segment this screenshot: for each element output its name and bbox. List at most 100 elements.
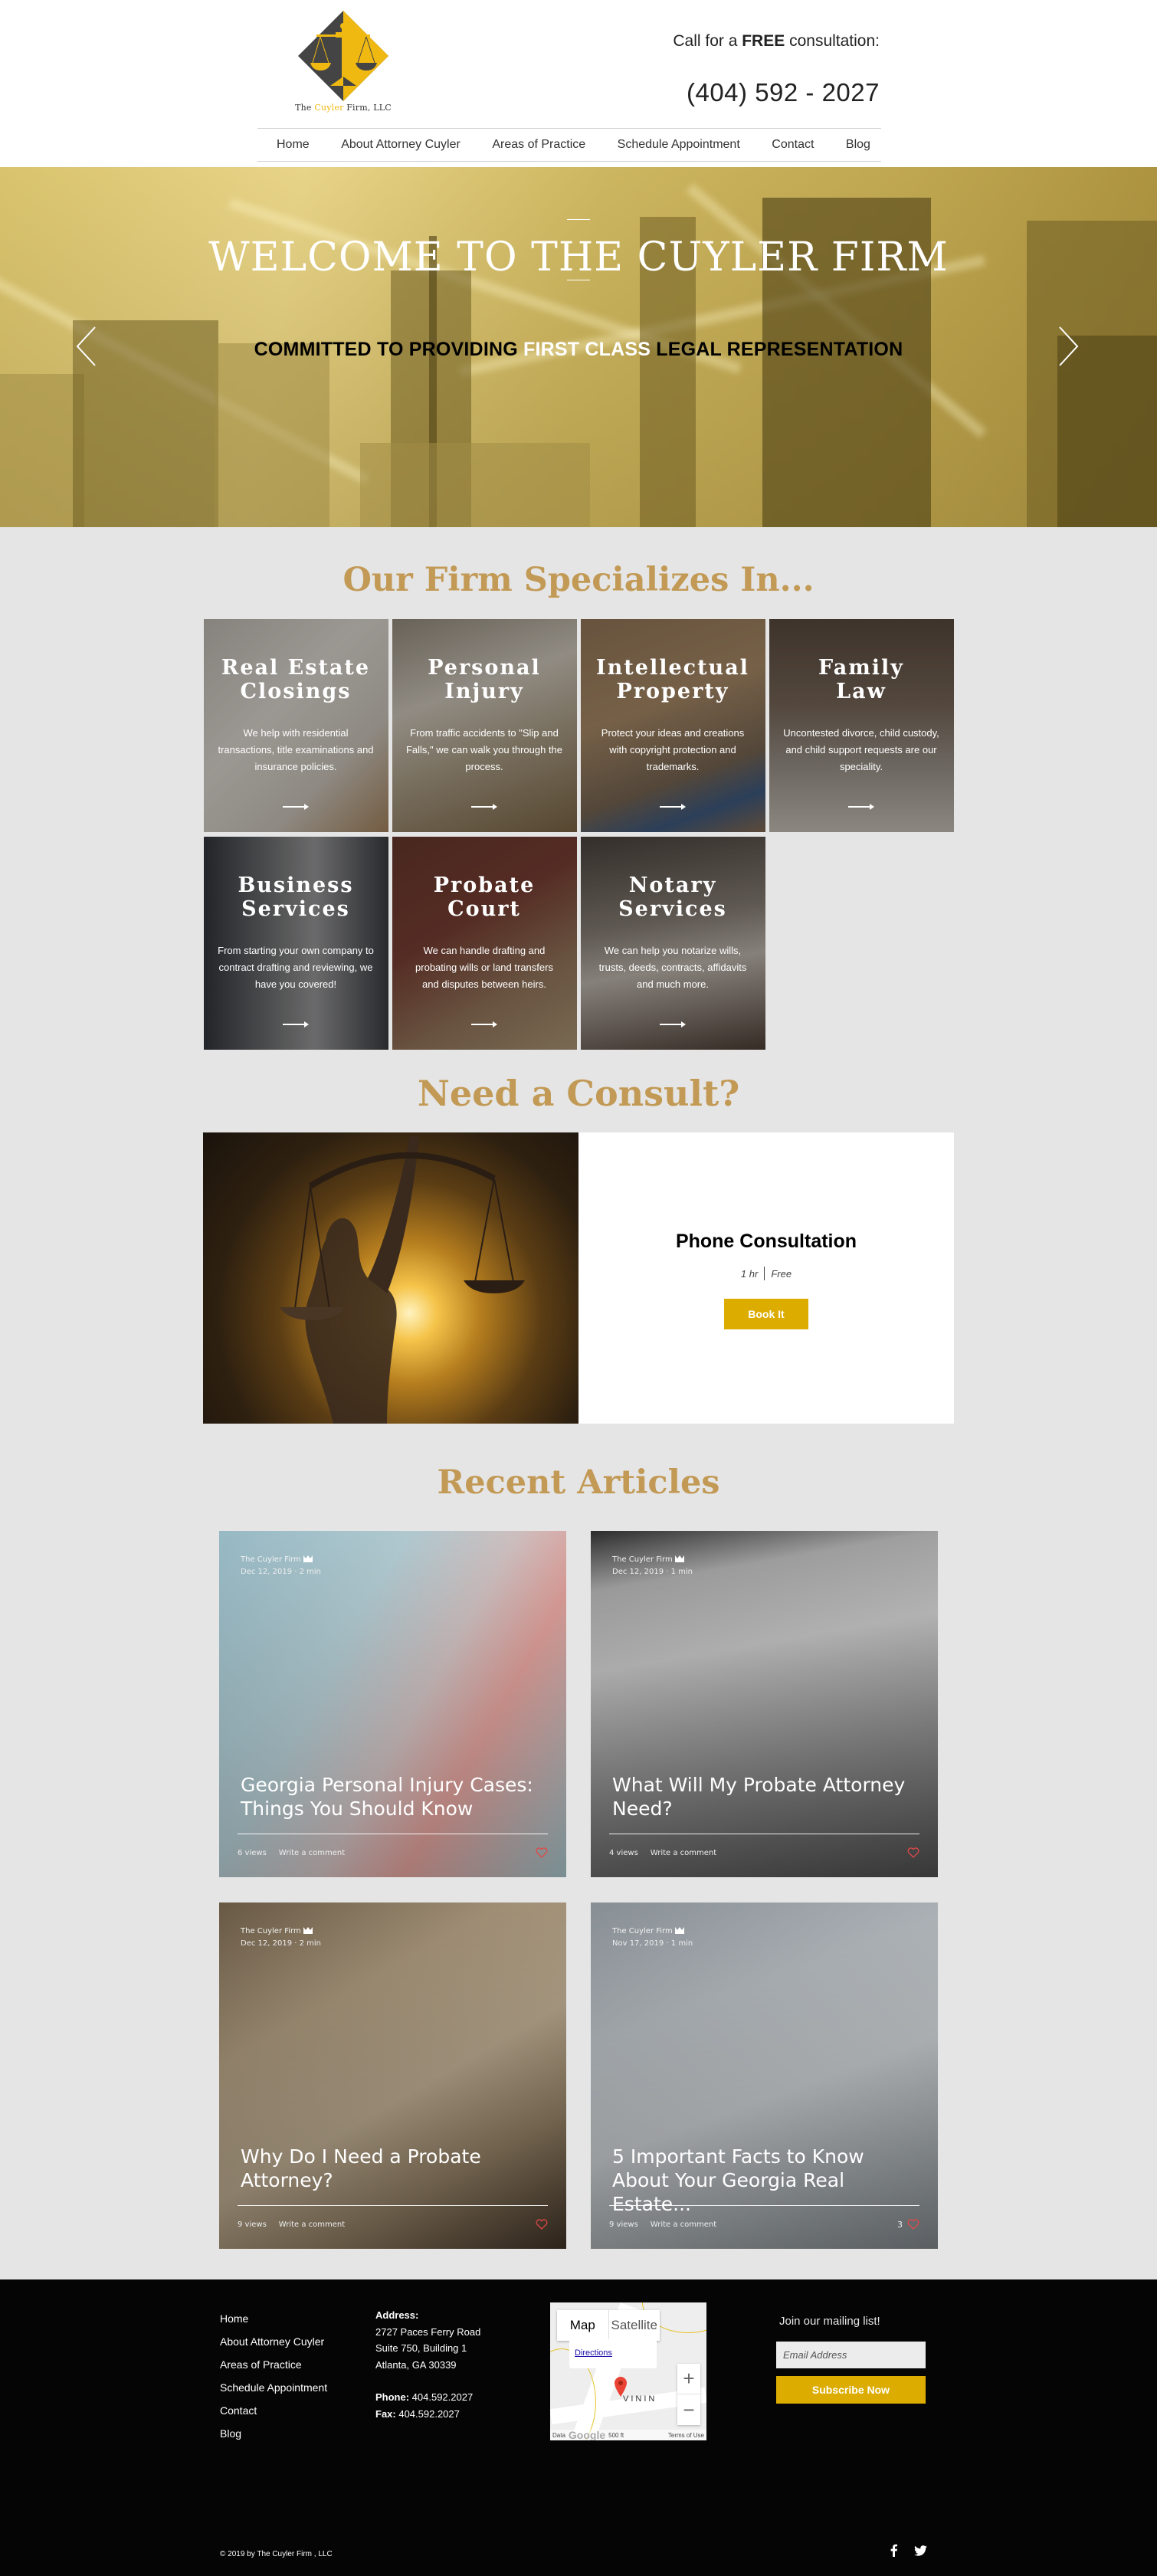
tile-title: Intellectual Property bbox=[596, 656, 749, 703]
subscribe-button[interactable]: Subscribe Now bbox=[776, 2376, 926, 2404]
article-card[interactable]: The Cuyler Firm Dec 12, 2019 · 1 min Wha… bbox=[591, 1531, 938, 1877]
header-phone[interactable]: (404) 592 - 2027 bbox=[687, 78, 880, 107]
nav-home[interactable]: Home bbox=[277, 138, 310, 152]
footer-nav-contact[interactable]: Contact bbox=[220, 2399, 327, 2422]
nav-blog[interactable]: Blog bbox=[846, 138, 870, 152]
article-like-count: 3 bbox=[897, 2219, 903, 2230]
article-title[interactable]: Why Do I Need a Probate Attorney? bbox=[241, 2145, 547, 2192]
article-title[interactable]: Georgia Personal Injury Cases: Things Yo… bbox=[241, 1773, 547, 1821]
article-author[interactable]: The Cuyler Firm bbox=[241, 1555, 313, 1565]
article-card[interactable]: The Cuyler Firm Dec 12, 2019 · 2 min Geo… bbox=[219, 1531, 566, 1877]
write-comment-link[interactable]: Write a comment bbox=[651, 2220, 716, 2229]
write-comment-link[interactable]: Write a comment bbox=[279, 1849, 345, 1857]
tile-family-law[interactable]: Family Law Uncontested divorce, child cus… bbox=[769, 619, 954, 832]
tile-personal-injury[interactable]: Personal Injury From traffic accidents to… bbox=[392, 619, 577, 832]
tile-title: Family Law bbox=[818, 656, 904, 703]
tile-probate-court[interactable]: Probate Court We can handle drafting and … bbox=[392, 837, 577, 1050]
lady-justice-statue-icon bbox=[280, 1136, 525, 1424]
article-card[interactable]: The Cuyler Firm Dec 12, 2019 · 2 min Why… bbox=[219, 1903, 566, 2249]
address-line: Suite 750, Building 1 bbox=[375, 2342, 467, 2354]
article-card[interactable]: The Cuyler Firm Nov 17, 2019 · 1 min 5 I… bbox=[591, 1903, 938, 2249]
skyline-building bbox=[0, 374, 84, 527]
logo[interactable]: The Cuyler Firm, LLC bbox=[293, 11, 393, 122]
map-scale: 500 ft bbox=[608, 2431, 624, 2439]
tile-description: We help with residential transactions, t… bbox=[218, 727, 374, 772]
footer-nav-blog[interactable]: Blog bbox=[220, 2422, 327, 2445]
article-title[interactable]: What Will My Probate Attorney Need? bbox=[612, 1773, 919, 1821]
hero-subtitle: COMMITTED TO PROVIDING FIRST CLASS LEGAL… bbox=[254, 339, 903, 360]
tile-business-services[interactable]: Business Services From starting your own … bbox=[203, 837, 388, 1050]
map-attribution: Data Google 500 ft Terms of Use bbox=[550, 2429, 706, 2440]
skyline-building bbox=[215, 343, 329, 527]
footer-nav-areas-of-practice[interactable]: Areas of Practice bbox=[220, 2353, 327, 2376]
crown-icon bbox=[674, 1927, 684, 1936]
chevron-right-icon bbox=[1059, 326, 1079, 366]
email-input[interactable] bbox=[776, 2342, 926, 2368]
map-directions-link[interactable]: Directions bbox=[575, 2348, 651, 2358]
tile-title: Business Services bbox=[238, 873, 354, 921]
facebook-link[interactable] bbox=[890, 2544, 897, 2557]
footer-nav-about[interactable]: About Attorney Cuyler bbox=[220, 2330, 327, 2353]
footer-contact-info: Address: 2727 Paces Ferry Road Suite 750… bbox=[375, 2307, 480, 2422]
tile-description: Uncontested divorce, child custody, and … bbox=[783, 727, 939, 772]
google-map[interactable]: Map Satellite LLC Directions VININ + − D… bbox=[550, 2302, 706, 2440]
map-place-name: LLC bbox=[575, 2341, 588, 2348]
write-comment-link[interactable]: Write a comment bbox=[651, 1849, 716, 1857]
hero-slideshow: WELCOME TO THE CUYLER FIRM COMMITTED TO … bbox=[0, 167, 1157, 527]
specializations-grid: Real Estate Closings We help with residen… bbox=[202, 619, 956, 1050]
article-views: 4 views bbox=[609, 1848, 638, 1857]
heart-icon[interactable] bbox=[536, 2219, 548, 2230]
article-footer: 6 views Write a comment bbox=[238, 1847, 548, 1858]
social-links bbox=[890, 2544, 927, 2557]
nav-areas-of-practice[interactable]: Areas of Practice bbox=[492, 138, 585, 152]
heart-icon[interactable] bbox=[536, 1847, 548, 1858]
tile-intellectual-property[interactable]: Intellectual Property Protect your ideas … bbox=[580, 619, 765, 832]
nav-contact[interactable]: Contact bbox=[772, 138, 814, 152]
nav-schedule-appointment[interactable]: Schedule Appointment bbox=[618, 138, 740, 152]
write-comment-link[interactable]: Write a comment bbox=[279, 2220, 345, 2229]
map-data-label: Data bbox=[552, 2431, 565, 2439]
tile-title: Real Estate Closings bbox=[221, 656, 371, 703]
heart-icon[interactable] bbox=[907, 2219, 919, 2230]
slideshow-prev-button[interactable] bbox=[74, 326, 97, 368]
tile-description: From starting your own company to contra… bbox=[218, 945, 374, 990]
heart-icon[interactable] bbox=[907, 1847, 919, 1858]
article-date: Dec 12, 2019 · 2 min bbox=[241, 1568, 322, 1576]
tile-description: From traffic accidents to "Slip and Fall… bbox=[405, 727, 563, 772]
map-terms-link[interactable]: Terms of Use bbox=[668, 2432, 704, 2439]
site-header: The Cuyler Firm, LLC Call for a FREE con… bbox=[0, 0, 1157, 167]
article-footer: 9 views Write a comment 3 bbox=[609, 2219, 919, 2230]
tile-notary-services[interactable]: Notary Services We can help you notarize … bbox=[580, 837, 765, 1050]
hero-rule bbox=[567, 219, 590, 220]
tile-title: Probate Court bbox=[433, 873, 536, 921]
twitter-link[interactable] bbox=[914, 2545, 927, 2556]
consult-section: Phone Consultation 1 hr Free Book It bbox=[203, 1132, 954, 1424]
service-meta: 1 hr Free bbox=[578, 1267, 954, 1280]
crown-icon bbox=[303, 1555, 313, 1565]
map-tab-satellite[interactable]: Satellite bbox=[609, 2310, 660, 2341]
service-price: Free bbox=[771, 1267, 792, 1280]
article-author[interactable]: The Cuyler Firm bbox=[241, 1927, 313, 1936]
main-nav: Home About Attorney Cuyler Areas of Prac… bbox=[257, 128, 881, 162]
service-card: Phone Consultation 1 hr Free Book It bbox=[578, 1132, 954, 1424]
footer-nav-home[interactable]: Home bbox=[220, 2307, 327, 2330]
book-it-button[interactable]: Book It bbox=[724, 1299, 808, 1329]
facebook-icon bbox=[890, 2544, 897, 2557]
article-overlay bbox=[219, 1903, 566, 2249]
article-divider bbox=[609, 2205, 919, 2206]
article-views: 9 views bbox=[238, 2220, 267, 2229]
footer-nav-schedule-appointment[interactable]: Schedule Appointment bbox=[220, 2376, 327, 2399]
article-divider bbox=[238, 2205, 548, 2206]
map-tab-map[interactable]: Map bbox=[557, 2310, 609, 2341]
article-author[interactable]: The Cuyler Firm bbox=[612, 1555, 684, 1565]
article-date: Dec 12, 2019 · 1 min bbox=[612, 1568, 693, 1576]
twitter-icon bbox=[914, 2545, 927, 2556]
map-zoom-in-button[interactable]: + bbox=[677, 2364, 700, 2394]
article-overlay bbox=[591, 1531, 938, 1877]
tile-real-estate[interactable]: Real Estate Closings We help with residen… bbox=[203, 619, 388, 832]
article-author[interactable]: The Cuyler Firm bbox=[612, 1927, 684, 1936]
slideshow-next-button[interactable] bbox=[1057, 326, 1080, 368]
map-zoom-out-button[interactable]: − bbox=[677, 2394, 700, 2425]
nav-about[interactable]: About Attorney Cuyler bbox=[341, 138, 461, 152]
map-area-label: VININ bbox=[623, 2394, 657, 2404]
